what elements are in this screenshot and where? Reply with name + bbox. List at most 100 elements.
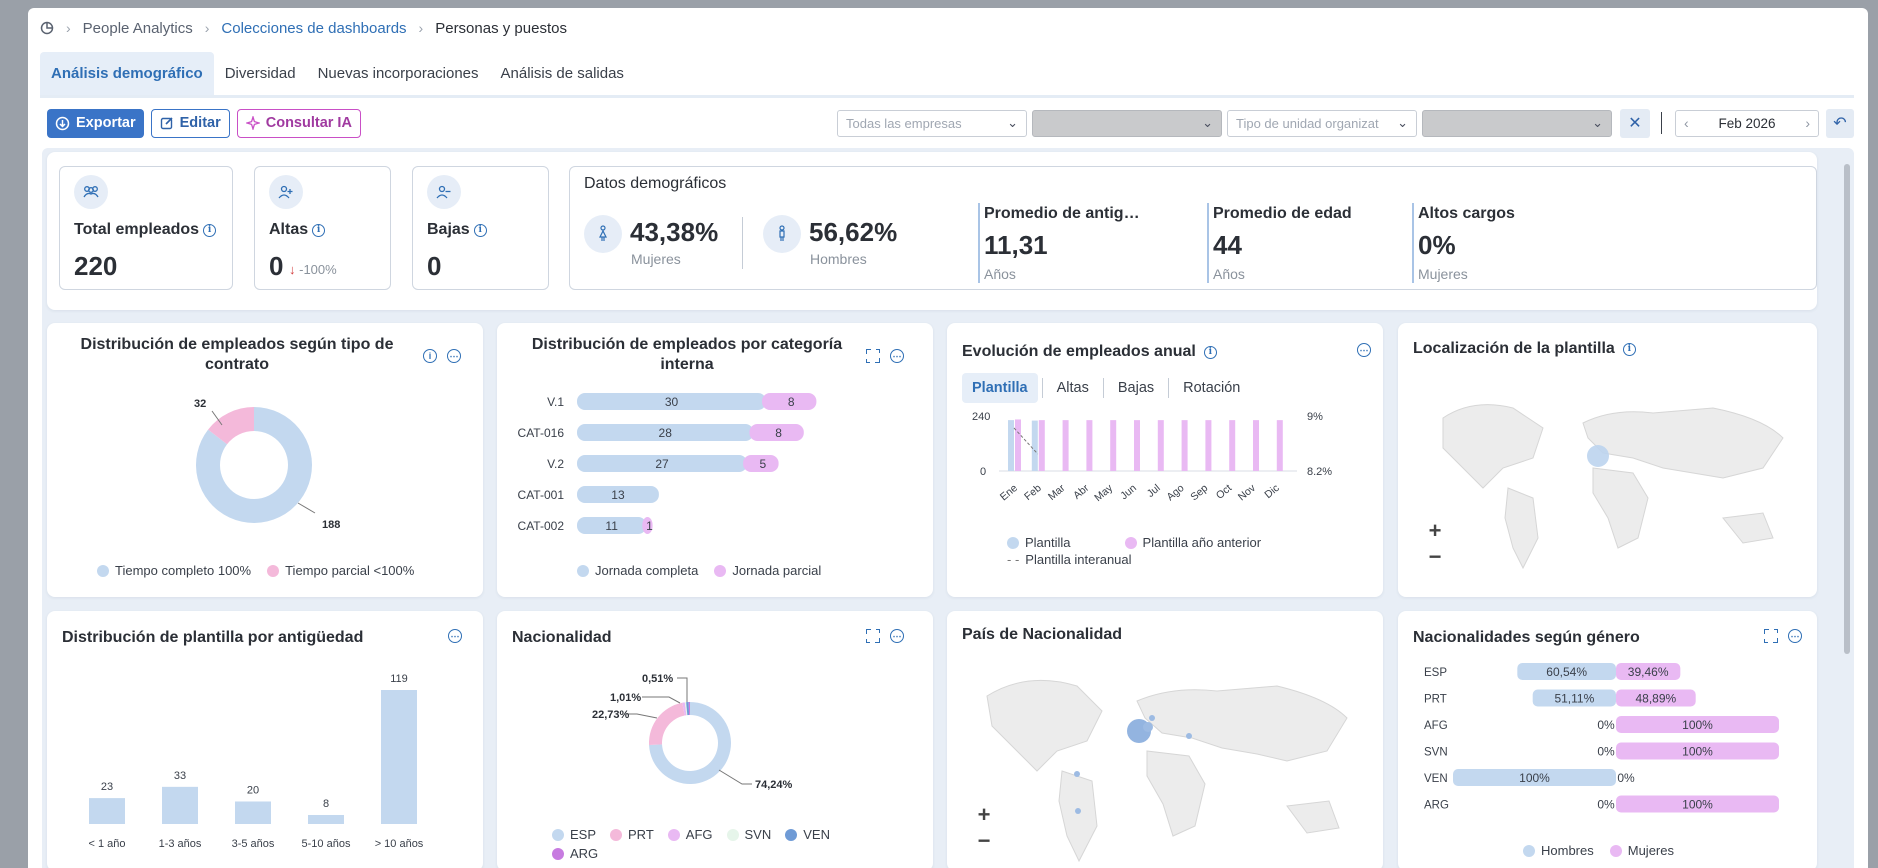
chevron-down-icon: ⌄ bbox=[1397, 115, 1408, 130]
data-label: 119 bbox=[390, 673, 408, 685]
stat-altos-sub: Mujeres bbox=[1418, 266, 1468, 282]
legend-label: Mujeres bbox=[1627, 843, 1674, 858]
legend-label: PRT bbox=[628, 827, 654, 842]
zoom-in-button[interactable]: + bbox=[971, 802, 997, 827]
donut-slice bbox=[649, 702, 685, 745]
date-picker[interactable]: ‹ Feb 2026 › bbox=[1675, 109, 1819, 137]
kpi-title-text: Altas bbox=[269, 221, 309, 238]
tab-bar: Análisis demográfico Diversidad Nuevas i… bbox=[40, 52, 1854, 98]
expand-icon[interactable] bbox=[866, 349, 880, 363]
consultar-ia-label: Consultar IA bbox=[265, 115, 352, 131]
more-icon[interactable]: ⋯ bbox=[447, 349, 461, 363]
export-button[interactable]: Exportar bbox=[47, 108, 144, 138]
clear-filters-button[interactable]: ✕ bbox=[1620, 108, 1650, 138]
breadcrumb-item-people-analytics[interactable]: People Analytics bbox=[83, 20, 193, 37]
kpi-title: Altas i bbox=[269, 221, 326, 239]
chevron-right-icon[interactable]: › bbox=[1805, 115, 1810, 131]
zoom-out-button[interactable]: − bbox=[1422, 544, 1448, 569]
gender-nationality-chart: ESP 60,54% 39,46% PRT 51,11% 48,89% AFG 0% 100% S… bbox=[1424, 663, 1779, 813]
data-label: 39,46% bbox=[1628, 665, 1669, 679]
y-tick-label: 8.2% bbox=[1307, 466, 1332, 478]
legend-label: SVN bbox=[744, 827, 772, 842]
edit-button[interactable]: Editar bbox=[150, 108, 230, 138]
stat-accent bbox=[1207, 203, 1209, 283]
scrollbar[interactable] bbox=[1844, 164, 1850, 654]
subtab-plantilla[interactable]: Plantilla bbox=[962, 373, 1038, 403]
stat-edad-title: Promedio de edad bbox=[1213, 205, 1352, 222]
label-leader bbox=[627, 713, 658, 719]
info-icon[interactable]: i bbox=[423, 349, 437, 363]
divider bbox=[1168, 378, 1170, 398]
app-window: › People Analytics › Colecciones de dash… bbox=[28, 8, 1868, 868]
date-value: Feb 2026 bbox=[1718, 115, 1776, 131]
map-bubble[interactable] bbox=[1186, 733, 1192, 739]
divider bbox=[1102, 378, 1104, 398]
chevron-down-icon: ⌄ bbox=[1202, 115, 1213, 130]
more-icon[interactable]: ⋯ bbox=[1357, 343, 1371, 357]
legend-dot bbox=[552, 847, 564, 860]
kpi-panel: Total empleados i 220 Altas i 0 ↓ -100% Ba… bbox=[47, 152, 1817, 310]
subtab-bajas[interactable]: Bajas bbox=[1108, 373, 1164, 403]
undo-button[interactable]: ↶ bbox=[1826, 108, 1854, 138]
bar-previous-year bbox=[1015, 419, 1021, 471]
bar-previous-year bbox=[1110, 420, 1117, 471]
map-bubble[interactable] bbox=[1074, 771, 1080, 777]
subtab-altas[interactable]: Altas bbox=[1047, 373, 1099, 403]
x-tick-label: Ene bbox=[998, 482, 1020, 503]
stat-antiguedad-sub: Años bbox=[984, 266, 1016, 282]
tab-analisis-demografico[interactable]: Análisis demográfico bbox=[40, 52, 214, 95]
more-icon[interactable]: ⋯ bbox=[890, 629, 904, 643]
info-icon[interactable]: i bbox=[312, 223, 326, 237]
tab-analisis-salidas[interactable]: Análisis de salidas bbox=[490, 52, 635, 95]
x-tick-label: Jun bbox=[1118, 482, 1139, 502]
home-icon[interactable] bbox=[40, 21, 54, 35]
unidad-select[interactable]: ⌄ bbox=[1422, 109, 1612, 137]
info-icon[interactable]: i bbox=[203, 223, 217, 237]
empresas-select[interactable]: Todas las empresas ⌄ bbox=[837, 109, 1027, 137]
chart-legend: Tiempo completo 100% Tiempo parcial <100… bbox=[97, 563, 414, 578]
map-bubble[interactable] bbox=[1143, 722, 1153, 732]
data-label: 100% bbox=[1682, 718, 1713, 732]
more-icon[interactable]: ⋯ bbox=[448, 629, 462, 643]
edit-label: Editar bbox=[179, 115, 221, 131]
zoom-in-button[interactable]: + bbox=[1422, 518, 1448, 543]
legend-dot bbox=[667, 828, 680, 841]
panel-title: Evolución de empleados anual i bbox=[962, 342, 1217, 362]
empresa-detail-select[interactable]: ⌄ bbox=[1032, 109, 1222, 137]
more-icon[interactable]: ⋯ bbox=[890, 349, 904, 363]
kpi-title: Total empleados i bbox=[74, 221, 217, 239]
more-icon[interactable]: ⋯ bbox=[1788, 629, 1802, 643]
info-icon[interactable]: i bbox=[1203, 345, 1217, 359]
data-label: 188 bbox=[322, 519, 340, 531]
legend-item: Jornada completa bbox=[577, 563, 698, 578]
tab-nuevas-incorporaciones[interactable]: Nuevas incorporaciones bbox=[307, 52, 490, 95]
zoom-out-button[interactable]: − bbox=[971, 828, 997, 853]
legend-item: VEN bbox=[785, 827, 830, 842]
expand-icon[interactable] bbox=[1764, 629, 1778, 643]
undo-icon: ↶ bbox=[1833, 115, 1847, 132]
tab-diversidad[interactable]: Diversidad bbox=[214, 52, 307, 95]
map-bubble[interactable] bbox=[1075, 808, 1081, 814]
legend-dot bbox=[1609, 844, 1622, 857]
data-label: 32 bbox=[194, 398, 206, 410]
info-icon[interactable]: i bbox=[1622, 342, 1636, 356]
panel-title: Distribución de empleados por categoría … bbox=[527, 335, 847, 375]
legend-label: VEN bbox=[803, 827, 830, 842]
panel-controls: ⋯ bbox=[1764, 629, 1802, 643]
legend-dot bbox=[726, 828, 739, 841]
breadcrumb-item-colecciones[interactable]: Colecciones de dashboards bbox=[221, 20, 406, 37]
consultar-ia-button[interactable]: Consultar IA bbox=[236, 108, 361, 138]
panel-title-text: Localización de la plantilla bbox=[1413, 340, 1615, 357]
tipo-unidad-select[interactable]: Tipo de unidad organizat ⌄ bbox=[1227, 109, 1417, 137]
expand-icon[interactable] bbox=[866, 629, 880, 643]
nationality-donut: 0,51%1,01% 22,73% 74,24% bbox=[592, 673, 793, 791]
legend-label: Plantilla bbox=[1025, 535, 1071, 550]
chevron-left-icon[interactable]: ‹ bbox=[1684, 115, 1689, 131]
x-tick-label: Jul bbox=[1145, 482, 1163, 500]
map-bubble[interactable] bbox=[1587, 445, 1609, 467]
map-bubble[interactable] bbox=[1149, 715, 1155, 721]
subtab-rotacion[interactable]: Rotación bbox=[1173, 373, 1250, 403]
legend-label: AFG bbox=[685, 827, 713, 842]
info-icon[interactable]: i bbox=[473, 223, 487, 237]
x-tick-label: Ago bbox=[1164, 482, 1186, 503]
